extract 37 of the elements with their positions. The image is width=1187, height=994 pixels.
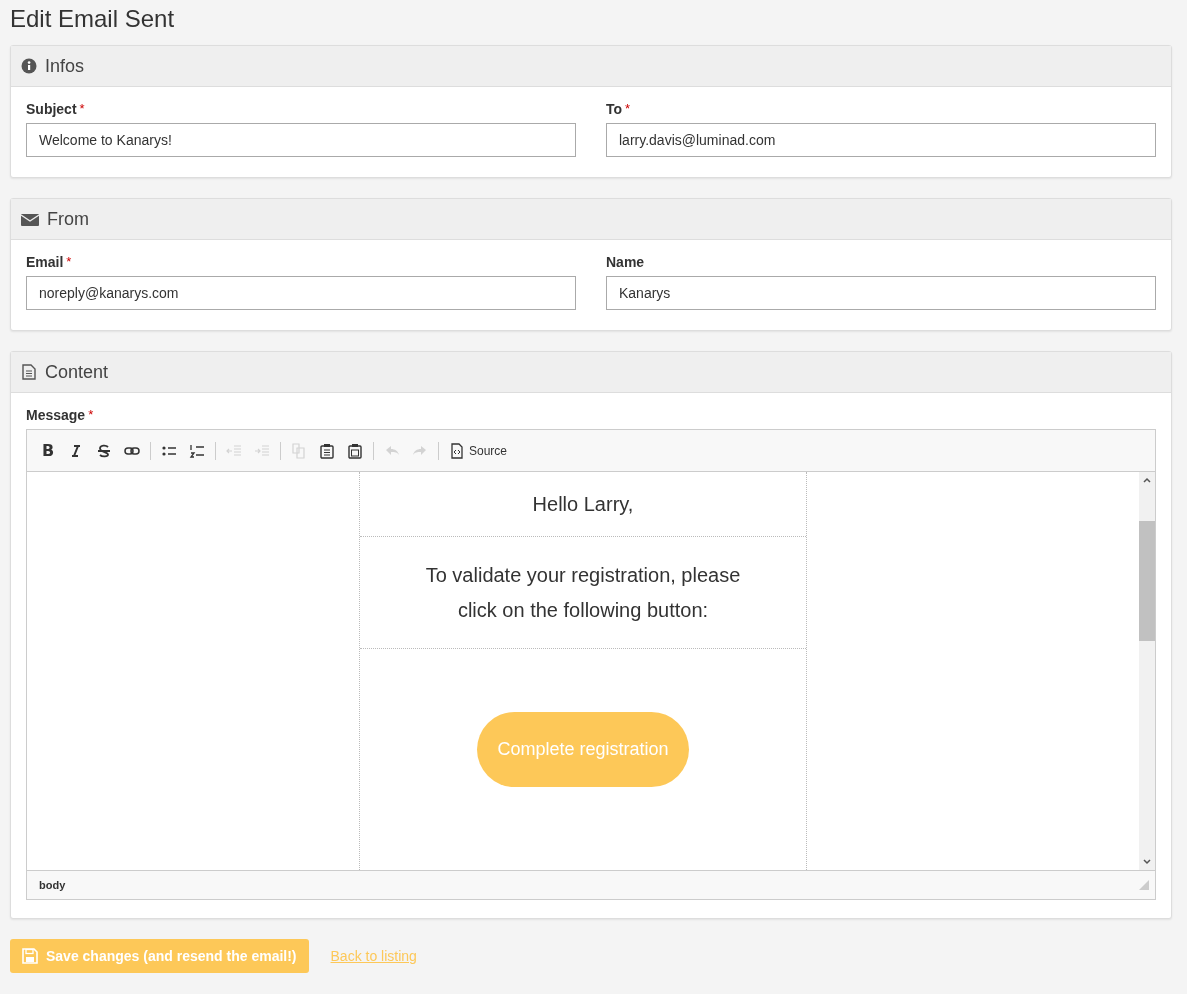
indent-icon <box>254 442 270 459</box>
source-button[interactable]: Source <box>444 438 513 463</box>
chevron-down-icon <box>1142 857 1152 867</box>
resize-handle-icon <box>1139 880 1149 890</box>
field-label: Message * <box>26 407 95 423</box>
text-input[interactable]: noreply@kanarys.com <box>26 276 576 310</box>
outdent-icon <box>226 442 242 459</box>
bold-button[interactable]: B <box>35 437 61 464</box>
required-mark: * <box>66 254 72 269</box>
text-input[interactable]: Kanarys <box>606 276 1156 310</box>
scrollbar[interactable] <box>1139 472 1155 870</box>
source-icon <box>449 442 465 459</box>
text-input[interactable]: larry.davis@luminad.com <box>606 123 1156 157</box>
numbers-icon <box>189 442 205 459</box>
chevron-up-icon <box>1142 475 1152 485</box>
greeting-text: Hello Larry, <box>532 492 634 516</box>
required-mark: * <box>79 101 85 116</box>
text-input[interactable]: Welcome to Kanarys! <box>26 123 576 157</box>
pasteword-icon <box>347 442 363 459</box>
field-label: Subject * <box>26 101 86 117</box>
info-icon <box>21 58 37 74</box>
strike-icon <box>96 442 112 459</box>
panel-title: From <box>47 208 89 230</box>
required-mark: * <box>88 407 94 422</box>
document-icon <box>21 364 37 380</box>
required-mark: * <box>625 101 631 116</box>
copy-icon <box>291 442 307 459</box>
panel-title: Infos <box>45 55 85 77</box>
envelope-icon <box>21 211 39 227</box>
field-label: To * <box>606 101 632 117</box>
panel-title: Content <box>45 361 109 383</box>
field-label: Email * <box>26 254 73 270</box>
page-title: Edit Email Sent <box>10 4 176 34</box>
paste-icon <box>319 442 335 459</box>
body-text: To validate your registration, please click on the following button: <box>424 562 742 623</box>
element-path[interactable]: body <box>39 879 66 891</box>
field-label: Name <box>606 254 646 270</box>
